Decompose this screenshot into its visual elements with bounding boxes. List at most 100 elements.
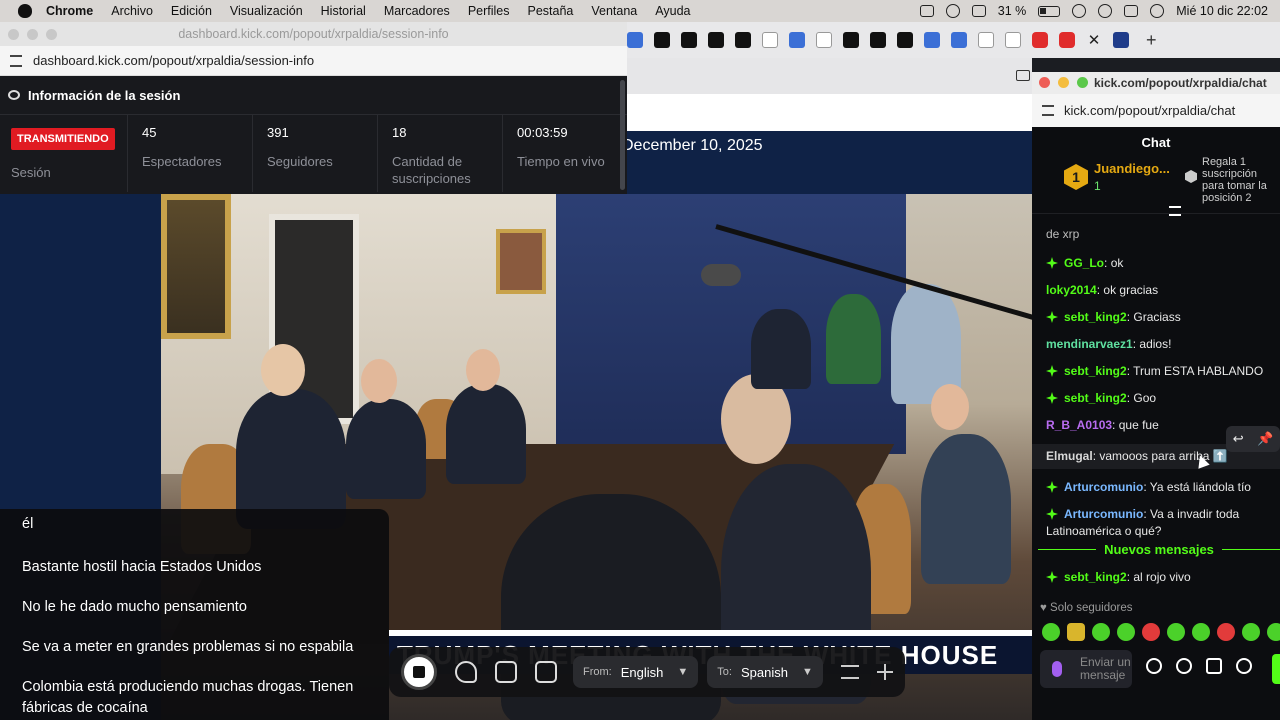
emote-icon[interactable] (1192, 623, 1210, 641)
chat-message[interactable]: sebt_king2: Trum ESTA HABLANDO (1032, 363, 1280, 380)
tab-favicon[interactable] (870, 32, 886, 48)
stop-button[interactable] (401, 654, 437, 690)
chat-input[interactable]: Enviar un mensaje (1040, 650, 1132, 688)
send-button[interactable] (1272, 654, 1280, 684)
chat-message[interactable]: loky2014: ok gracias (1032, 282, 1280, 299)
menu-ayuda[interactable]: Ayuda (655, 4, 690, 18)
chat-username[interactable]: Arturcomunio (1064, 507, 1143, 521)
menu-chrome[interactable]: Chrome (46, 4, 93, 18)
chat-username[interactable]: sebt_king2 (1064, 364, 1127, 378)
session-url[interactable]: dashboard.kick.com/popout/xrpaldia/sessi… (33, 53, 314, 68)
to-language-select[interactable]: To: Spanish ▼ (707, 656, 823, 688)
tab-favicon[interactable] (897, 32, 913, 48)
speaker-icon[interactable] (535, 661, 557, 683)
clock[interactable]: Mié 10 dic 22:02 (1176, 4, 1268, 18)
top-gifter-name[interactable]: Juandiego... (1094, 161, 1170, 176)
chat-username[interactable]: sebt_king2 (1064, 391, 1127, 405)
emote-icon[interactable] (1242, 623, 1260, 641)
chat-username[interactable]: GG_Lo (1064, 256, 1104, 270)
chat-username[interactable]: loky2014 (1046, 283, 1097, 297)
tab-favicon[interactable] (681, 32, 697, 48)
tab-favicon[interactable] (708, 32, 724, 48)
emote-icon[interactable] (1042, 623, 1060, 641)
emote-icon[interactable] (1092, 623, 1110, 641)
pin-icon[interactable]: 📌 (1257, 431, 1273, 447)
tab-favicon[interactable] (843, 32, 859, 48)
filter-icon[interactable] (1169, 206, 1181, 216)
cast-icon[interactable] (1016, 70, 1030, 81)
play-icon[interactable] (945, 4, 960, 18)
menu-historial[interactable]: Historial (321, 4, 366, 18)
siri-icon[interactable] (1150, 4, 1165, 18)
menu-pestana[interactable]: Pestaña (528, 4, 574, 18)
menu-visualizacion[interactable]: Visualización (230, 4, 303, 18)
search-icon[interactable] (1098, 4, 1113, 18)
site-settings-icon[interactable] (1042, 105, 1054, 116)
link-icon[interactable] (1176, 658, 1192, 674)
emote-icon[interactable] (1142, 623, 1160, 641)
tab-favicon[interactable] (735, 32, 751, 48)
chat-username[interactable]: Arturcomunio (1064, 480, 1143, 494)
tab-favicon[interactable] (816, 32, 832, 48)
store-icon[interactable] (1206, 658, 1222, 674)
scrollbar[interactable] (620, 80, 625, 190)
menu-perfiles[interactable]: Perfiles (468, 4, 510, 18)
chat-url-bar[interactable]: kick.com/popout/xrpaldia/chat (1032, 94, 1280, 127)
from-language-select[interactable]: From: English ▼ (573, 656, 699, 688)
new-tab-button[interactable]: + (1146, 30, 1157, 51)
chat-message[interactable]: GG_Lo: ok (1032, 255, 1280, 272)
chat-message[interactable]: Arturcomunio: Ya está liándola tío (1032, 479, 1280, 496)
gift-cta[interactable]: Regala 1 suscripción para tomar la posic… (1202, 156, 1278, 204)
emote-icon[interactable] (1217, 623, 1235, 641)
window-zoom-button[interactable] (1077, 77, 1088, 88)
listen-icon[interactable] (455, 661, 477, 683)
battery-icon[interactable] (1038, 5, 1061, 17)
gear-icon[interactable] (1236, 658, 1252, 674)
youtube-icon[interactable] (1059, 32, 1075, 48)
tab-favicon[interactable] (1113, 32, 1129, 48)
site-settings-icon[interactable] (10, 54, 22, 67)
microphone-icon[interactable] (1052, 661, 1062, 677)
chat-message[interactable]: sebt_king2: Goo (1032, 390, 1280, 407)
emote-icon[interactable] (1067, 623, 1085, 641)
chat-username[interactable]: R_B_A0103 (1046, 418, 1112, 432)
menu-archivo[interactable]: Archivo (111, 4, 153, 18)
screen-mirror-icon[interactable] (971, 5, 986, 17)
chat-message[interactable]: Arturcomunio: Va a invadir toda Latinoam… (1032, 506, 1280, 540)
emote-icon[interactable] (1167, 623, 1185, 641)
tab-favicon[interactable] (978, 32, 994, 48)
chat-username[interactable]: Elmugal (1046, 449, 1093, 463)
tab-favicon[interactable] (1005, 32, 1021, 48)
window-close-button[interactable] (1039, 77, 1050, 88)
tab-favicon[interactable] (762, 32, 778, 48)
tab-favicon[interactable] (789, 32, 805, 48)
x-icon[interactable] (654, 32, 670, 48)
subtitles-icon[interactable] (495, 661, 517, 683)
chat-message[interactable]: mendinarvaez1: adios! (1032, 336, 1280, 353)
wifi-icon[interactable] (1072, 4, 1087, 18)
settings-sliders-icon[interactable] (840, 665, 859, 679)
window-minimize-button[interactable] (1058, 77, 1069, 88)
chat-username[interactable]: sebt_king2 (1064, 310, 1127, 324)
chat-username[interactable]: sebt_king2 (1064, 570, 1127, 584)
apple-icon[interactable] (18, 4, 32, 18)
chat-message[interactable]: sebt_king2: al rojo vivo (1032, 569, 1280, 586)
menu-ventana[interactable]: Ventana (591, 4, 637, 18)
tab-favicon[interactable] (951, 32, 967, 48)
chat-url[interactable]: kick.com/popout/xrpaldia/chat (1064, 103, 1235, 118)
close-tab-icon[interactable]: ✕ (1086, 31, 1102, 49)
emote-icon[interactable] (1267, 623, 1280, 641)
chat-message[interactable]: sebt_king2: Graciass (1032, 309, 1280, 326)
emote-icon[interactable] (1117, 623, 1135, 641)
move-icon[interactable] (876, 664, 893, 680)
menu-marcadores[interactable]: Marcadores (384, 4, 450, 18)
tab-favicon[interactable] (627, 32, 643, 48)
session-url-bar[interactable]: dashboard.kick.com/popout/xrpaldia/sessi… (0, 46, 627, 76)
youtube-icon[interactable] (1032, 32, 1048, 48)
emoji-icon[interactable] (1146, 658, 1162, 674)
chat-username[interactable]: mendinarvaez1 (1046, 337, 1133, 351)
menu-edicion[interactable]: Edición (171, 4, 212, 18)
display-icon[interactable] (919, 5, 934, 17)
reply-icon[interactable]: ↩ (1233, 431, 1244, 447)
control-center-icon[interactable] (1124, 5, 1139, 17)
